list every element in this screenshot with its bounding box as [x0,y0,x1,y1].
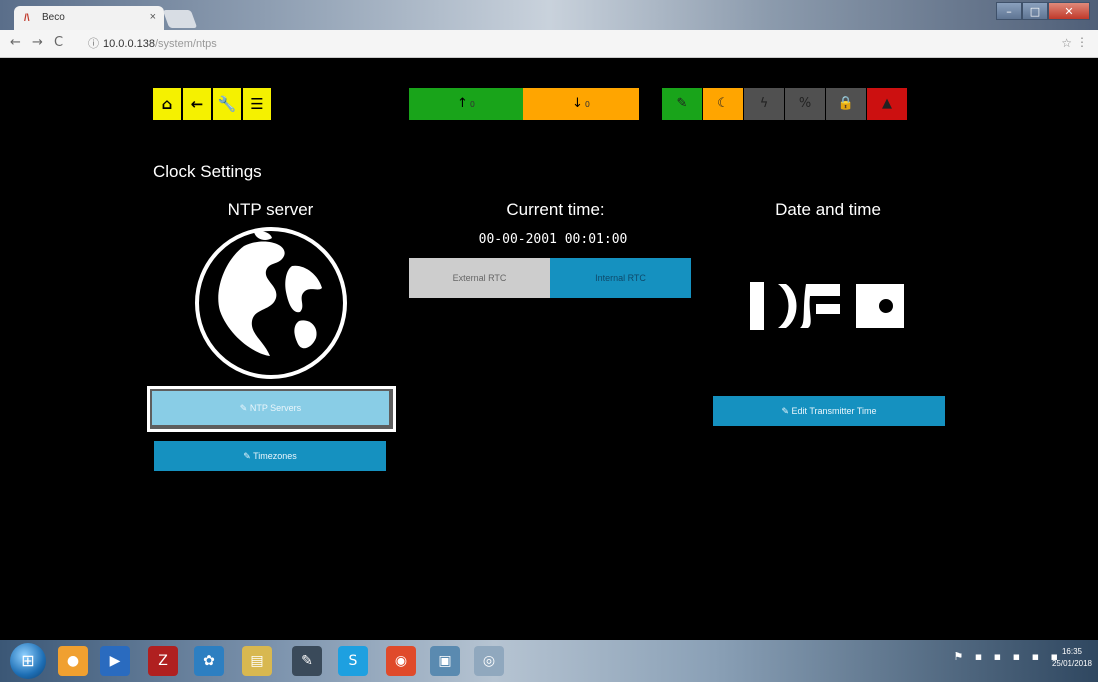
maximize-button[interactable]: □ [1022,2,1048,20]
media-player-icon[interactable]: ▶ [100,646,130,676]
lightning-icon: ϟ [744,88,784,120]
info-icon: ⓘ [88,38,99,50]
external-rtc-button[interactable]: External RTC [409,258,550,298]
tab-title: Beco [42,12,65,23]
url-field[interactable]: ⓘ 10.0.0.138/system/ntps [88,35,217,51]
down-arrow-icon: ↓ [572,96,583,111]
taskbar-clock[interactable]: 16:35 25/01/2018 [1052,646,1092,670]
taskbar-date: 25/01/2018 [1051,659,1092,668]
date-time-title: Date and time [775,200,881,219]
download-indicator: ↓ 0 [523,88,639,120]
page-content: ⌂ ← 🔧 ☰ ↑ 0 ↓ 0 ✎ ☾ ϟ % 🔒 ▲ Clock Settings… [8,58,1090,640]
url-path: /system/ntps [155,38,217,50]
top-nav: ⌂ ← 🔧 ☰ [153,88,273,120]
ntp-servers-button[interactable]: ✎ NTP Servers [152,391,389,425]
window-controls: – □ ✕ [996,2,1090,22]
new-tab-button[interactable] [162,10,198,28]
forward-button[interactable]: → [32,35,43,50]
folder-icon[interactable]: ▤ [242,646,272,676]
browser-tab-bar: /\ Beco × – □ ✕ [0,0,1098,30]
address-bar: ← → C ⓘ 10.0.0.138/system/ntps ☆ ⋮ [0,30,1098,58]
traffic-indicator: ↑ 0 ↓ 0 [409,88,639,120]
timezones-button[interactable]: ✎ Timezones [154,441,386,471]
rtc-selector: External RTC Internal RTC [409,258,691,298]
back-nav-button[interactable]: ← [183,88,211,120]
back-arrow-icon: ← [190,95,204,113]
page-title: Clock Settings [153,162,262,181]
link-icon: % [785,88,825,120]
internal-rtc-button[interactable]: Internal RTC [550,258,691,298]
clock-display-icon [750,282,904,330]
current-time-value: 00-00-2001 00:01:00 [478,232,628,247]
menu-button[interactable]: ☰ [243,88,271,120]
back-button[interactable]: ← [10,35,21,50]
favicon-icon: /\ [24,13,30,24]
plug-icon: ✎ [662,88,702,120]
current-time-title: Current time: [506,200,605,219]
up-arrow-icon: ↑ [457,96,468,111]
home-button[interactable]: ⌂ [153,88,181,120]
skype-icon[interactable]: S [338,646,368,676]
remote-desktop-icon[interactable]: ▣ [430,646,460,676]
settings-button[interactable]: 🔧 [213,88,241,120]
upload-indicator: ↑ 0 [409,88,523,120]
ntp-server-title: NTP server [227,200,314,219]
bookmark-star-icon[interactable]: ☆ [1061,36,1072,50]
filezilla-icon[interactable]: Z [148,646,178,676]
tool-icon[interactable]: ✎ [292,646,322,676]
edit-transmitter-time-button[interactable]: ✎ Edit Transmitter Time [713,396,945,426]
app-icon[interactable]: ◎ [474,646,504,676]
system-tray[interactable]: ⚑ ▪ ▪ ▪ ▪ ▪ [953,650,1062,663]
moon-icon: ☾ [703,88,743,120]
warning-icon: ▲ [867,88,907,120]
lock-icon: 🔒 [826,88,866,120]
wrench-icon: 🔧 [217,95,237,113]
firefox-icon[interactable]: ● [58,646,88,676]
taskbar-time: 16:35 [1061,647,1082,656]
browser-menu-icon[interactable]: ⋮ [1076,35,1088,49]
start-button[interactable]: ⊞ [10,643,46,679]
home-icon: ⌂ [161,95,173,113]
url-host: 10.0.0.138 [103,38,155,50]
minimize-button[interactable]: – [996,2,1022,20]
close-window-button[interactable]: ✕ [1048,2,1090,20]
menu-icon: ☰ [250,95,264,113]
tab-close-icon[interactable]: × [150,11,156,23]
download-count: 0 [584,100,590,109]
reload-button[interactable]: C [54,35,63,50]
status-icons: ✎ ☾ ϟ % 🔒 ▲ [662,88,908,120]
network-icon[interactable]: ✿ [194,646,224,676]
chrome-icon[interactable]: ◉ [386,646,416,676]
browser-tab[interactable]: /\ Beco × [14,6,164,30]
upload-count: 0 [469,100,475,109]
globe-icon [195,227,347,379]
taskbar: ⊞ ● ▶ Z ✿ ▤ ✎ S ◉ ▣ ◎ ⚑ ▪ ▪ ▪ ▪ ▪ 16:35 … [0,640,1098,682]
